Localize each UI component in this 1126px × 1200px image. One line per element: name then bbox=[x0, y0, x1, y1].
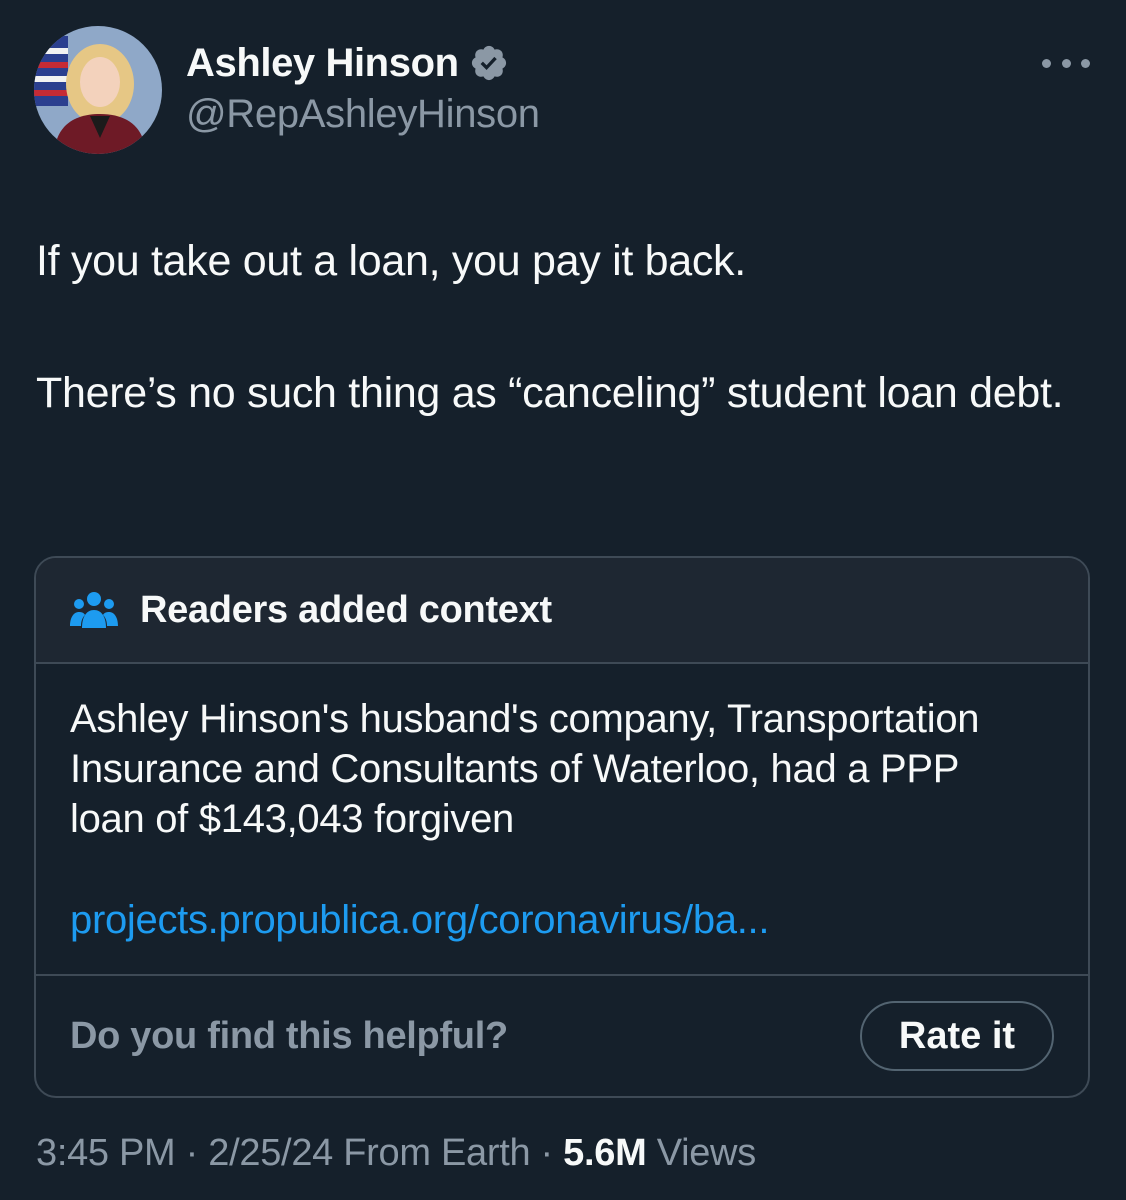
people-icon bbox=[70, 592, 118, 628]
tweet-source: From Earth bbox=[343, 1132, 531, 1174]
views-label: Views bbox=[656, 1132, 756, 1174]
helpful-question: Do you find this helpful? bbox=[70, 1014, 508, 1057]
verified-badge-icon bbox=[471, 45, 506, 81]
tweet-date[interactable]: 2/25/24 bbox=[208, 1132, 333, 1174]
more-options-icon[interactable] bbox=[1042, 50, 1090, 76]
tweet-line-1: If you take out a loan, you pay it back. bbox=[36, 237, 746, 285]
community-note-title: Readers added context bbox=[140, 588, 552, 631]
avatar[interactable] bbox=[34, 26, 162, 154]
meta-separator: · bbox=[175, 1132, 209, 1174]
tweet-line-2: There’s no such thing as “canceling” stu… bbox=[36, 369, 1064, 417]
tweet-time[interactable]: 3:45 PM bbox=[36, 1132, 176, 1174]
meta-separator-2: · bbox=[530, 1132, 564, 1174]
community-note-header: Readers added context bbox=[36, 558, 1088, 664]
rate-it-button[interactable]: Rate it bbox=[860, 1001, 1054, 1071]
author-row[interactable]: Ashley Hinson bbox=[186, 38, 509, 88]
community-note-body: Ashley Hinson's husband's company, Trans… bbox=[36, 664, 1088, 976]
display-name[interactable]: Ashley Hinson bbox=[186, 41, 459, 86]
community-note-link[interactable]: projects.propublica.org/coronavirus/ba..… bbox=[70, 898, 1054, 943]
community-note-footer: Do you find this helpful? Rate it bbox=[36, 976, 1088, 1096]
tweet-text: If you take out a loan, you pay it back.… bbox=[36, 228, 1076, 426]
community-note-text: Ashley Hinson's husband's company, Trans… bbox=[70, 697, 980, 841]
views-count[interactable]: 5.6M bbox=[563, 1132, 647, 1174]
author-handle[interactable]: @RepAshleyHinson bbox=[186, 92, 540, 137]
tweet-meta: 3:45 PM · 2/25/24 From Earth · 5.6M View… bbox=[36, 1132, 756, 1175]
community-note-card: Readers added context Ashley Hinson's hu… bbox=[34, 556, 1090, 1098]
